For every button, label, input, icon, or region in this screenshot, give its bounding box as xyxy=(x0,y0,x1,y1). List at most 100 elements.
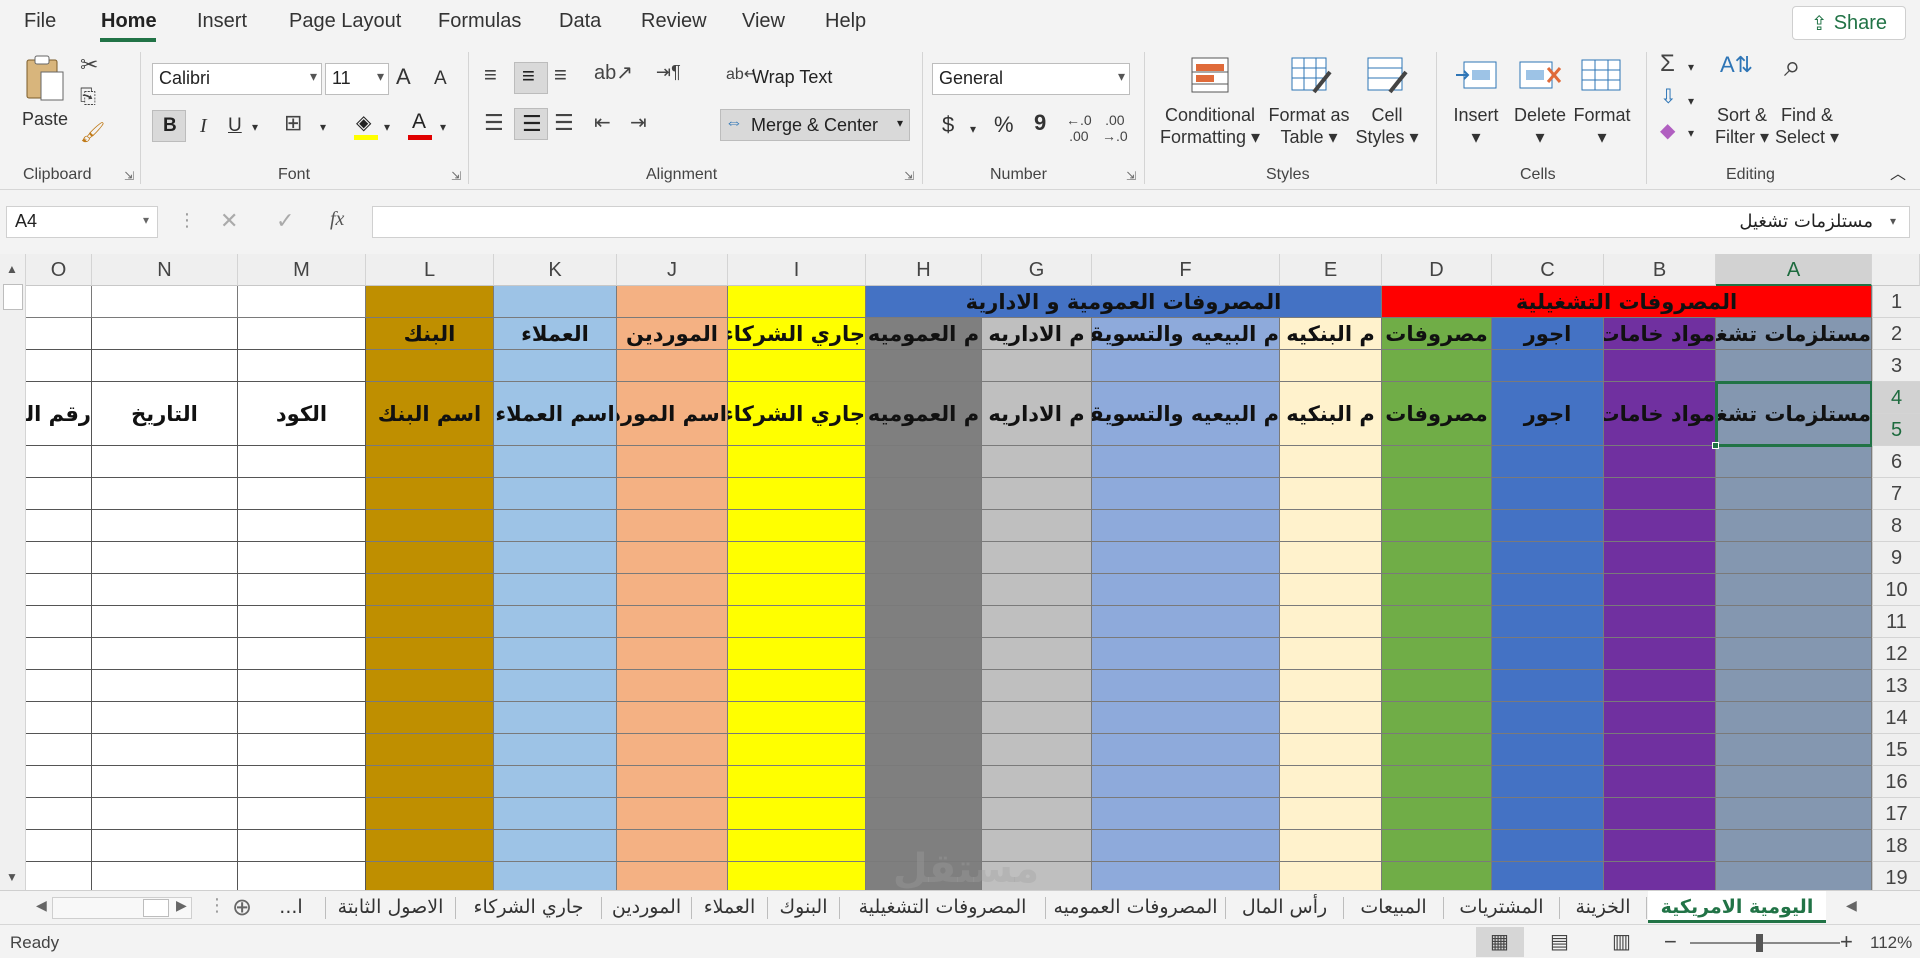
cell-d19[interactable] xyxy=(1382,862,1492,890)
cell-f12[interactable] xyxy=(1092,638,1280,670)
cell-b15[interactable] xyxy=(1604,734,1716,766)
wrap-text-button[interactable]: ab↵ Wrap Text xyxy=(724,62,894,94)
cell-j1[interactable] xyxy=(617,286,728,318)
cell-d13[interactable] xyxy=(1382,670,1492,702)
chevron-down-icon[interactable]: ▾ xyxy=(970,118,976,140)
cell-d16[interactable] xyxy=(1382,766,1492,798)
row-header-1[interactable]: 1 xyxy=(1872,286,1920,318)
font-name-select[interactable]: Calibri ▾ xyxy=(152,63,322,95)
cell-l17[interactable] xyxy=(366,798,494,830)
column-header-n[interactable]: N xyxy=(92,254,238,286)
sheet-tab-6[interactable]: المصروفات العموميه xyxy=(1047,891,1224,923)
cell-l4[interactable]: اسم البنك xyxy=(366,382,494,446)
cell-n7[interactable] xyxy=(92,478,238,510)
cell-a18[interactable] xyxy=(1716,830,1872,862)
cell-b17[interactable] xyxy=(1604,798,1716,830)
cell-m17[interactable] xyxy=(238,798,366,830)
cell-e13[interactable] xyxy=(1280,670,1382,702)
cell-c6[interactable] xyxy=(1492,446,1604,478)
row-header-10[interactable]: 10 xyxy=(1872,574,1920,606)
collapse-ribbon-icon[interactable]: ︿ xyxy=(1890,164,1906,186)
cell-m13[interactable] xyxy=(238,670,366,702)
cell-m8[interactable] xyxy=(238,510,366,542)
cell-l14[interactable] xyxy=(366,702,494,734)
zoom-slider-thumb[interactable] xyxy=(1756,934,1763,952)
cell-a8[interactable] xyxy=(1716,510,1872,542)
cell-o12[interactable] xyxy=(26,638,92,670)
cell-styles-button[interactable]: Cell Styles ▾ xyxy=(1350,104,1424,148)
column-header-k[interactable]: K xyxy=(494,254,617,286)
cell-b8[interactable] xyxy=(1604,510,1716,542)
cell-m4[interactable]: الكود xyxy=(238,382,366,446)
cell-d11[interactable] xyxy=(1382,606,1492,638)
cell-a2[interactable]: مستلزمات تشغيل xyxy=(1716,318,1872,350)
cell-j8[interactable] xyxy=(617,510,728,542)
cell-m3[interactable] xyxy=(238,350,366,382)
column-header-b[interactable]: B xyxy=(1604,254,1716,286)
currency-button[interactable]: $ xyxy=(942,114,954,136)
cell-k16[interactable] xyxy=(494,766,617,798)
tab-review[interactable]: Review xyxy=(641,10,707,33)
column-header-i[interactable]: I xyxy=(728,254,866,286)
cell-f16[interactable] xyxy=(1092,766,1280,798)
tab-help[interactable]: Help xyxy=(825,10,866,33)
number-format-select[interactable]: General ▾ xyxy=(932,63,1130,95)
column-header-a[interactable]: A xyxy=(1716,254,1872,286)
sheet-tab-7[interactable]: المصروفات التشغيلية xyxy=(841,891,1044,923)
align-middle-icon[interactable]: ≡ xyxy=(514,62,548,94)
sheet-tab-12[interactable]: الاصول الثابتة xyxy=(327,891,454,923)
select-all-corner[interactable] xyxy=(1872,254,1920,286)
column-header-e[interactable]: E xyxy=(1280,254,1382,286)
sheet-tab-2[interactable]: الخزينة xyxy=(1561,891,1645,923)
cell-i11[interactable] xyxy=(728,606,866,638)
expand-formula-bar-icon[interactable]: ▾ xyxy=(1890,214,1896,228)
cell-n8[interactable] xyxy=(92,510,238,542)
cell-m12[interactable] xyxy=(238,638,366,670)
format-as-table-button[interactable]: Format as Table ▾ xyxy=(1262,104,1356,148)
page-layout-view-icon[interactable]: ▤ xyxy=(1550,929,1569,954)
cell-o8[interactable] xyxy=(26,510,92,542)
cell-j19[interactable] xyxy=(617,862,728,890)
cell-b19[interactable] xyxy=(1604,862,1716,890)
cell-h16[interactable] xyxy=(866,766,982,798)
cell-j17[interactable] xyxy=(617,798,728,830)
cell-c12[interactable] xyxy=(1492,638,1604,670)
cell-o11[interactable] xyxy=(26,606,92,638)
find-select-icon[interactable]: ⌕ xyxy=(1784,50,1801,84)
cell-h10[interactable] xyxy=(866,574,982,606)
cell-l19[interactable] xyxy=(366,862,494,890)
find-select-button[interactable]: Find & Select ▾ xyxy=(1774,104,1840,148)
row-header-2[interactable]: 2 xyxy=(1872,318,1920,350)
fill-icon[interactable]: ⇩ xyxy=(1660,84,1677,109)
cell-j4[interactable]: اسم المورد xyxy=(617,382,728,446)
cell-d14[interactable] xyxy=(1382,702,1492,734)
cell-l10[interactable] xyxy=(366,574,494,606)
cell-h14[interactable] xyxy=(866,702,982,734)
cell-i6[interactable] xyxy=(728,446,866,478)
cell-n3[interactable] xyxy=(92,350,238,382)
clipboard-launcher-icon[interactable]: ⇲ xyxy=(124,169,134,183)
percent-button[interactable]: % xyxy=(994,114,1014,136)
cell-f15[interactable] xyxy=(1092,734,1280,766)
cell-c4[interactable]: اجور xyxy=(1492,382,1604,446)
increase-decimal-icon[interactable]: ←.0.00 xyxy=(1066,112,1092,144)
cell-l15[interactable] xyxy=(366,734,494,766)
cell-m18[interactable] xyxy=(238,830,366,862)
sort-filter-button[interactable]: Sort & Filter ▾ xyxy=(1710,104,1774,148)
cell-d9[interactable] xyxy=(1382,542,1492,574)
orientation-icon[interactable]: ab↗ xyxy=(594,60,633,85)
cell-f13[interactable] xyxy=(1092,670,1280,702)
format-cells-icon[interactable] xyxy=(1580,54,1624,94)
cell-g9[interactable] xyxy=(982,542,1092,574)
row-header-4[interactable]: 4 xyxy=(1872,382,1920,414)
cell-i12[interactable] xyxy=(728,638,866,670)
row-header-19[interactable]: 19 xyxy=(1872,862,1920,890)
cell-f14[interactable] xyxy=(1092,702,1280,734)
cell-b3[interactable] xyxy=(1604,350,1716,382)
cell-i14[interactable] xyxy=(728,702,866,734)
cell-i3[interactable] xyxy=(728,350,866,382)
sheet-tab-13[interactable]: ا... xyxy=(258,891,324,923)
sheet-tab-10[interactable]: الموردين xyxy=(603,891,690,923)
align-center-icon[interactable]: ☰ xyxy=(514,108,548,140)
row-header-17[interactable]: 17 xyxy=(1872,798,1920,830)
